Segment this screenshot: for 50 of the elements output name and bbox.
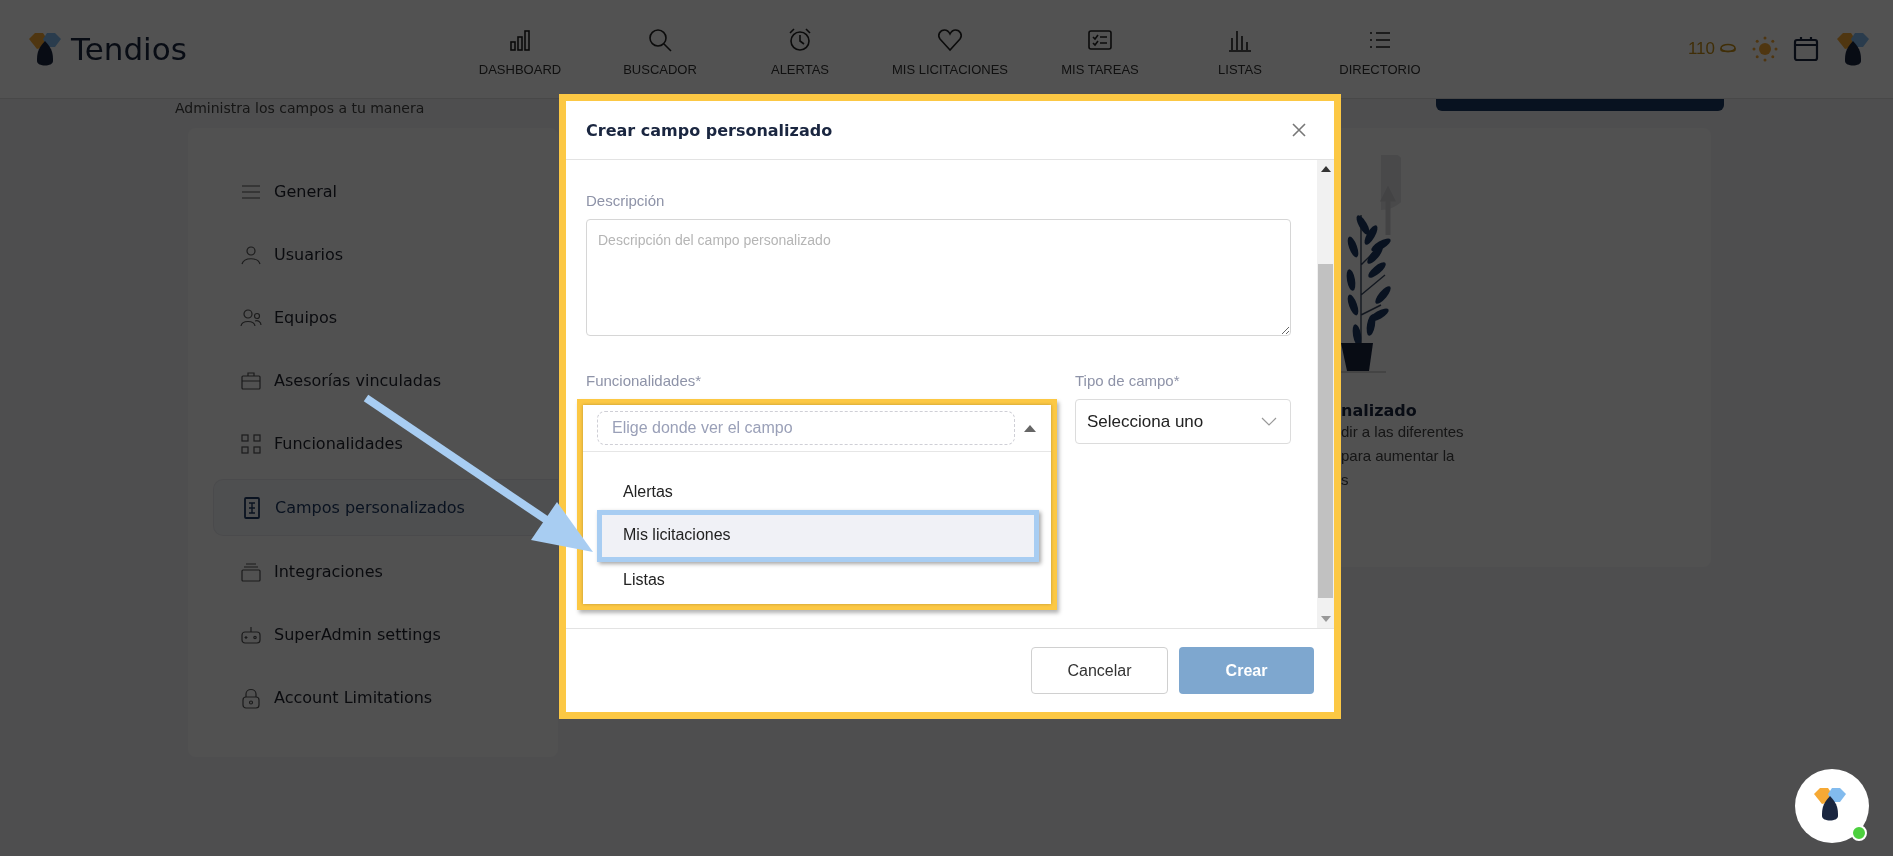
- dropdown-option[interactable]: Mis licitaciones: [597, 510, 1039, 562]
- sidebar-item[interactable]: Asesorías vinculadas: [213, 353, 558, 408]
- nav-item[interactable]: MIS LICITACIONES: [870, 21, 1030, 77]
- briefcase-icon: [240, 369, 262, 392]
- nav-item[interactable]: DASHBOARD: [450, 21, 590, 77]
- sidebar-item[interactable]: General: [213, 164, 558, 219]
- scroll-up-icon[interactable]: [1320, 166, 1331, 172]
- logo-text: Tendios: [71, 31, 187, 67]
- sidebar-item[interactable]: Integraciones: [213, 544, 558, 599]
- document-icon: [241, 496, 263, 519]
- field-label: Tipo de campo*: [1075, 372, 1181, 389]
- scrollbar[interactable]: [1317, 160, 1334, 628]
- nav-item[interactable]: LISTAS: [1170, 21, 1310, 77]
- sidebar-item[interactable]: Campos personalizados: [213, 479, 558, 536]
- sidebar-item[interactable]: Account Limitations: [213, 670, 558, 725]
- sun-icon[interactable]: [1751, 35, 1779, 63]
- chevron-down-icon: [1261, 417, 1277, 426]
- create-button[interactable]: Crear: [1179, 647, 1314, 694]
- content-text: dir a las diferentes: [1341, 422, 1465, 442]
- content-text: s: [1341, 470, 1350, 490]
- select-field[interactable]: Selecciona uno: [1075, 399, 1291, 444]
- user-icon: [240, 243, 262, 266]
- status-dot: [1851, 825, 1867, 841]
- sidebar-item[interactable]: Funcionalidades: [213, 416, 558, 471]
- nav-item[interactable]: BUSCADOR: [590, 21, 730, 77]
- coin-count: 110: [1687, 39, 1715, 59]
- nav-item[interactable]: MIS TAREAS: [1030, 21, 1170, 77]
- sidebar-item[interactable]: Equipos: [213, 290, 558, 345]
- grid-icon: [240, 432, 262, 455]
- coin-icon: [1719, 43, 1737, 55]
- calendar-icon[interactable]: [1793, 36, 1819, 62]
- stack-icon: [240, 560, 262, 583]
- multiselect-field[interactable]: Elige donde ver el campo: [597, 411, 1015, 445]
- field-label: Funcionalidades*: [586, 372, 703, 389]
- cancel-button[interactable]: Cancelar: [1031, 647, 1168, 694]
- sidebar-item[interactable]: Usuarios: [213, 227, 558, 282]
- content-title: nalizado: [1341, 401, 1418, 420]
- page-subtitle: Administra los campos a tu manera: [175, 99, 425, 117]
- lock-icon: [240, 686, 262, 709]
- close-icon[interactable]: [1291, 122, 1307, 138]
- caret-icon[interactable]: [1024, 424, 1036, 432]
- nav-item[interactable]: DIRECTORIO: [1310, 21, 1450, 77]
- sidebar-item[interactable]: SuperAdmin settings: [213, 607, 558, 662]
- users-icon: [240, 306, 262, 329]
- dialog-title: Crear campo personalizado: [586, 120, 833, 140]
- nav-item[interactable]: ALERTAS: [730, 21, 870, 77]
- description-field[interactable]: Descripción del campo personalizado: [586, 219, 1291, 336]
- content-text: para aumentar la: [1341, 446, 1456, 466]
- field-label: Descripción: [586, 192, 666, 209]
- scroll-down-icon[interactable]: [1320, 616, 1331, 622]
